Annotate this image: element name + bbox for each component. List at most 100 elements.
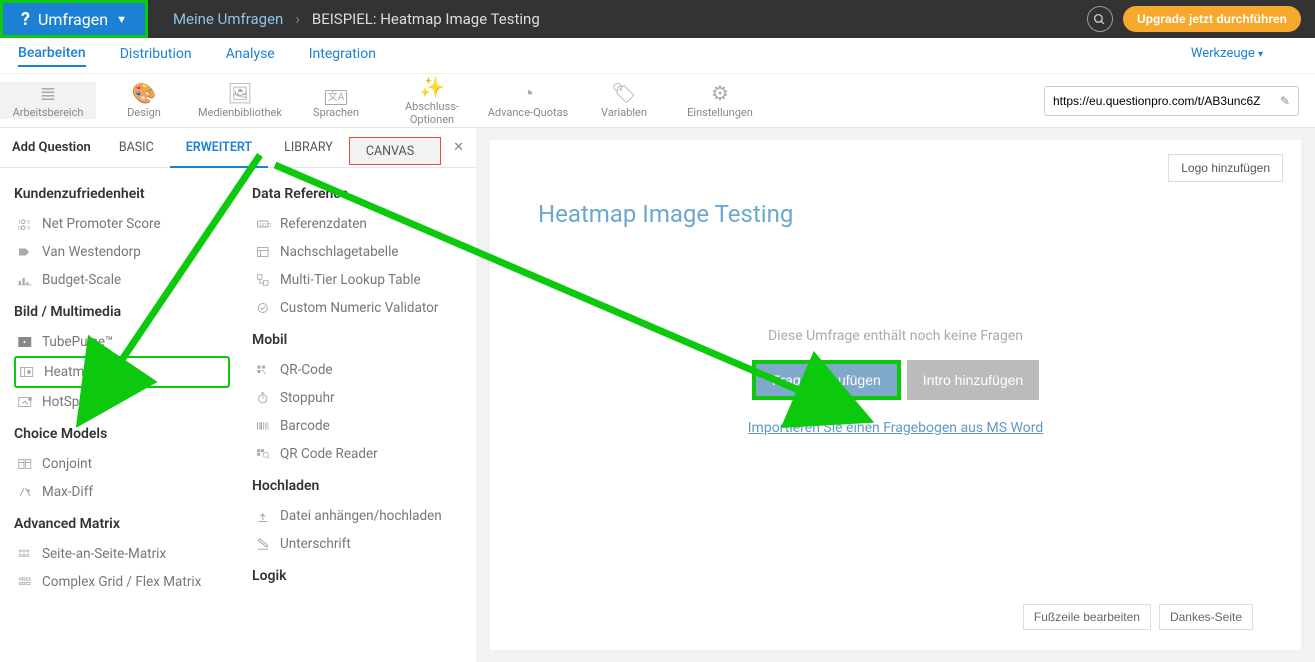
qtab-canvas[interactable]: CANVAS	[349, 137, 441, 165]
item-numeric-validator[interactable]: Custom Numeric Validator	[252, 294, 468, 322]
barcode-icon	[256, 419, 280, 433]
import-word-link[interactable]: Importieren Sie einen Fragebogen aus MS …	[538, 420, 1253, 436]
item-stopwatch[interactable]: Stoppuhr	[252, 384, 468, 412]
empty-state: Diese Umfrage enthält noch keine Fragen …	[538, 328, 1253, 436]
group-advanced-matrix: Advanced Matrix	[14, 516, 230, 532]
thanks-page-button[interactable]: Dankes-Seite	[1159, 604, 1253, 630]
tool-completion-options[interactable]: ✨Abschluss-Optionen	[384, 76, 480, 126]
tag-icon	[18, 245, 42, 259]
item-nps[interactable]: 1509Net Promoter Score	[14, 210, 230, 238]
signature-icon	[256, 537, 280, 551]
item-conjoint[interactable]: Conjoint	[14, 450, 230, 478]
upload-icon	[256, 510, 280, 524]
survey-title[interactable]: Heatmap Image Testing	[538, 200, 1253, 228]
image-icon: 🖼	[192, 82, 288, 104]
search-icon[interactable]	[1087, 6, 1113, 32]
item-qr-code[interactable]: QR-Code	[252, 356, 468, 384]
close-panel-icon[interactable]: ✕	[441, 140, 476, 155]
breadcrumb-separator: ›	[295, 10, 300, 28]
breadcrumb-current: BEISPIEL: Heatmap Image Testing	[312, 10, 540, 28]
tool-design[interactable]: 🎨Design	[96, 82, 192, 119]
group-upload: Hochladen	[252, 478, 468, 494]
item-max-diff[interactable]: Max-Diff	[14, 478, 230, 506]
item-heatmap[interactable]: Heatmap	[14, 356, 230, 388]
item-qr-reader[interactable]: QR Code Reader	[252, 440, 468, 468]
item-budget-scale[interactable]: Budget-Scale	[14, 266, 230, 294]
tool-languages[interactable]: 文ASprachen	[288, 82, 384, 119]
left-panel: Add Question BASIC ERWEITERT LIBRARY CAN…	[0, 128, 476, 662]
add-question-button[interactable]: Frage hinzufügen	[752, 360, 901, 400]
qr-reader-icon	[256, 447, 280, 461]
add-question-label: Add Question	[0, 140, 103, 155]
nps-icon: 1509	[18, 217, 42, 231]
tool-advance-quotas[interactable]: ◔Advance-Quotas	[480, 82, 576, 119]
tab-analysis[interactable]: Analyse	[226, 46, 275, 66]
svg-text:1: 1	[18, 220, 21, 226]
flexgrid-icon	[18, 575, 42, 589]
surveys-dropdown-button[interactable]: ? Umfragen ▼	[0, 0, 148, 38]
group-mobile: Mobil	[252, 332, 468, 348]
item-reference-data[interactable]: 94122Referenzdaten	[252, 210, 468, 238]
quotas-icon: ◔	[480, 82, 576, 104]
video-icon	[18, 335, 42, 349]
item-file-upload[interactable]: Datei anhängen/hochladen	[252, 502, 468, 530]
item-hotspot[interactable]: HotSpot	[14, 388, 230, 416]
add-logo-button[interactable]: Logo hinzufügen	[1168, 154, 1283, 182]
tab-distribution[interactable]: Distribution	[120, 46, 192, 66]
item-side-by-side-matrix[interactable]: Seite-an-Seite-Matrix	[14, 540, 230, 568]
tool-variables[interactable]: 🏷Variablen	[576, 82, 672, 119]
chevron-down-icon: ▾	[1258, 49, 1263, 60]
item-lookup-table[interactable]: Nachschlagetabelle	[252, 238, 468, 266]
edit-footer-button[interactable]: Fußzeile bearbeiten	[1023, 604, 1151, 630]
tools-dropdown[interactable]: Werkzeuge ▾	[1191, 46, 1263, 65]
empty-message: Diese Umfrage enthält noch keine Fragen	[538, 328, 1253, 344]
toolbar: ≣Arbeitsbereich 🎨Design 🖼Medienbibliothe…	[0, 74, 1315, 128]
survey-canvas: Logo hinzufügen Heatmap Image Testing Di…	[476, 128, 1315, 662]
group-image-multimedia: Bild / Multimedia	[14, 304, 230, 320]
tool-workspace[interactable]: ≣Arbeitsbereich	[0, 82, 96, 119]
bars-icon	[18, 273, 42, 287]
matrix-icon	[18, 547, 42, 561]
upgrade-button[interactable]: Upgrade jetzt durchführen	[1123, 6, 1301, 32]
question-types-col-1: Kundenzufriedenheit 1509Net Promoter Sco…	[0, 168, 238, 662]
svg-text:94122: 94122	[259, 222, 272, 228]
qtab-library[interactable]: LIBRARY	[268, 128, 349, 168]
group-logic: Logik	[252, 568, 468, 584]
hotspot-icon	[18, 395, 42, 409]
tool-media-library[interactable]: 🖼Medienbibliothek	[192, 82, 288, 119]
breadcrumb-link[interactable]: Meine Umfragen	[173, 10, 283, 28]
item-complex-grid[interactable]: Complex Grid / Flex Matrix	[14, 568, 230, 596]
top-bar: ? Umfragen ▼ Meine Umfragen › BEISPIEL: …	[0, 0, 1315, 38]
item-barcode[interactable]: Barcode	[252, 412, 468, 440]
group-data-reference: Data Reference	[252, 186, 468, 202]
brand-label: Umfragen	[38, 10, 108, 29]
brand-logo: ?	[21, 9, 30, 30]
question-type-tabs: Add Question BASIC ERWEITERT LIBRARY CAN…	[0, 128, 476, 168]
refdata-icon: 94122	[256, 217, 280, 231]
item-van-westendorp[interactable]: Van Westendorp	[14, 238, 230, 266]
maxdiff-icon	[18, 485, 42, 499]
survey-url-field[interactable]: ✎	[1044, 86, 1299, 116]
pencil-icon[interactable]: ✎	[1272, 94, 1298, 108]
qtab-advanced[interactable]: ERWEITERT	[170, 128, 268, 168]
qr-icon	[256, 363, 280, 377]
conjoint-icon	[18, 457, 42, 471]
tool-settings[interactable]: ⚙Einstellungen	[672, 82, 768, 119]
breadcrumb: Meine Umfragen › BEISPIEL: Heatmap Image…	[173, 10, 540, 28]
svg-text:5: 5	[27, 220, 30, 226]
stopwatch-icon	[256, 391, 280, 405]
multitier-icon	[256, 273, 280, 287]
item-tubepulse[interactable]: TubePulse™	[14, 328, 230, 356]
gear-icon: ⚙	[672, 82, 768, 104]
wand-icon: ✨	[384, 76, 480, 98]
tab-edit[interactable]: Bearbeiten	[18, 45, 86, 67]
workspace-icon: ≣	[0, 82, 96, 104]
item-signature[interactable]: Unterschrift	[252, 530, 468, 558]
survey-card: Logo hinzufügen Heatmap Image Testing Di…	[490, 140, 1301, 650]
add-intro-button[interactable]: Intro hinzufügen	[907, 360, 1039, 400]
qtab-basic[interactable]: BASIC	[103, 128, 170, 168]
item-multi-tier-lookup[interactable]: Multi-Tier Lookup Table	[252, 266, 468, 294]
question-types-col-2: Data Reference 94122Referenzdaten Nachsc…	[238, 168, 476, 662]
tab-integration[interactable]: Integration	[309, 46, 376, 66]
survey-url-input[interactable]	[1045, 94, 1272, 108]
